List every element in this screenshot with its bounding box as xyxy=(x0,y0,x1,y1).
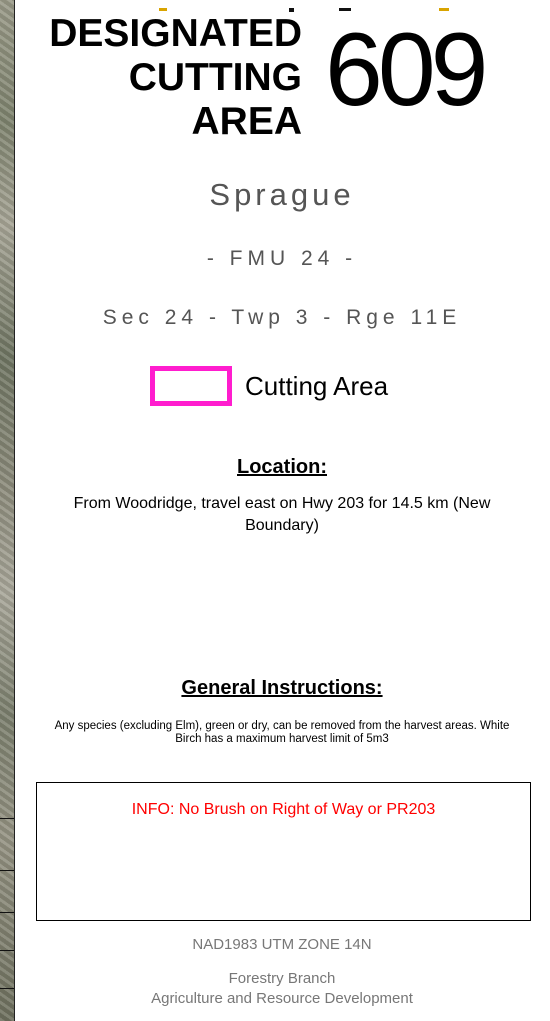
department-label: Agriculture and Resource Development xyxy=(151,990,413,1007)
location-heading: Location: xyxy=(237,456,327,478)
legend: Cutting Area xyxy=(150,362,388,410)
map-grid-line xyxy=(0,912,14,913)
title-line-designated: DESIGNATED xyxy=(49,12,302,55)
general-instructions-heading: General Instructions: xyxy=(181,677,383,699)
aerial-map-strip xyxy=(0,0,15,1021)
legal-description: Sec 24 - Twp 3 - Rge 11E xyxy=(102,306,462,329)
map-grid-line xyxy=(0,988,14,989)
map-grid-line xyxy=(0,950,14,951)
map-top-edge xyxy=(14,0,550,12)
place-name: Sprague xyxy=(209,177,355,212)
cutting-area-swatch xyxy=(150,366,232,406)
general-instructions-text: Any species (excluding Elm), green or dr… xyxy=(14,720,550,746)
title-block: DESIGNATED CUTTING AREA xyxy=(20,12,302,144)
cutting-area-number: 609 xyxy=(325,12,489,128)
location-text-body: From Woodridge, travel east on Hwy 203 f… xyxy=(73,495,491,534)
info-text: INFO: No Brush on Right of Way or PR203 xyxy=(131,801,436,818)
fmu-label: - FMU 24 - xyxy=(206,247,358,270)
info-box: INFO: No Brush on Right of Way or PR203 xyxy=(36,782,531,921)
general-instructions-body: Any species (excluding Elm), green or dr… xyxy=(54,720,510,745)
legend-label: Cutting Area xyxy=(245,370,389,401)
title-line-area: AREA xyxy=(191,100,302,143)
title-line-cutting: CUTTING xyxy=(128,56,302,99)
map-grid-line xyxy=(0,818,14,819)
location-text: From Woodridge, travel east on Hwy 203 f… xyxy=(14,493,550,537)
map-grid-line xyxy=(0,870,14,871)
branch-label: Forestry Branch xyxy=(228,970,336,987)
projection-label: NAD1983 UTM ZONE 14N xyxy=(192,936,372,953)
footer-branch: Forestry Branch Agriculture and Resource… xyxy=(14,969,550,1009)
